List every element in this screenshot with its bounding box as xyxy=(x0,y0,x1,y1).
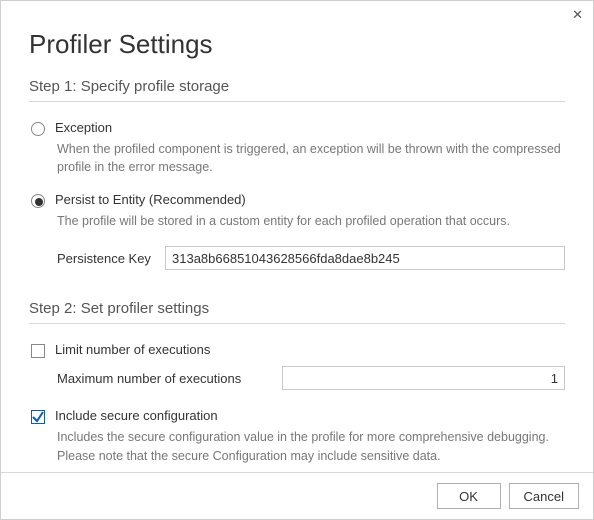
dialog-title: Profiler Settings xyxy=(29,29,565,60)
persistence-key-row: Persistence Key xyxy=(57,246,565,270)
include-secure-desc: Includes the secure configuration value … xyxy=(57,428,565,464)
radio-option-exception[interactable]: Exception xyxy=(29,120,565,136)
ok-button[interactable]: OK xyxy=(437,483,501,509)
checkbox-label: Limit number of executions xyxy=(55,342,210,357)
max-executions-row: Maximum number of executions xyxy=(57,366,565,390)
option-exception-desc: When the profiled component is triggered… xyxy=(57,140,565,176)
include-secure-option[interactable]: Include secure configuration xyxy=(29,408,565,424)
radio-label: Exception xyxy=(55,120,112,135)
checkbox-label: Include secure configuration xyxy=(55,408,218,423)
profiler-settings-dialog: ✕ Profiler Settings Step 1: Specify prof… xyxy=(0,0,594,520)
step1-divider xyxy=(29,101,565,102)
checkbox-icon[interactable] xyxy=(31,344,45,358)
radio-option-persist[interactable]: Persist to Entity (Recommended) xyxy=(29,192,565,208)
step1-heading: Step 1: Specify profile storage xyxy=(29,78,565,95)
cancel-button[interactable]: Cancel xyxy=(509,483,579,509)
step2-divider xyxy=(29,323,565,324)
dialog-content: Profiler Settings Step 1: Specify profil… xyxy=(1,1,593,465)
close-icon[interactable]: ✕ xyxy=(572,7,583,23)
checkbox-icon[interactable] xyxy=(31,410,45,424)
dialog-footer: OK Cancel xyxy=(1,472,593,519)
radio-label: Persist to Entity (Recommended) xyxy=(55,192,246,207)
max-executions-label: Maximum number of executions xyxy=(57,371,282,386)
option-persist-desc: The profile will be stored in a custom e… xyxy=(57,212,565,230)
step2-heading: Step 2: Set profiler settings xyxy=(29,300,565,317)
radio-icon[interactable] xyxy=(31,122,45,136)
persistence-key-input[interactable] xyxy=(165,246,565,270)
limit-executions-option[interactable]: Limit number of executions xyxy=(29,342,565,358)
max-executions-input[interactable] xyxy=(282,366,565,390)
persistence-key-label: Persistence Key xyxy=(57,251,165,266)
radio-icon[interactable] xyxy=(31,194,45,208)
